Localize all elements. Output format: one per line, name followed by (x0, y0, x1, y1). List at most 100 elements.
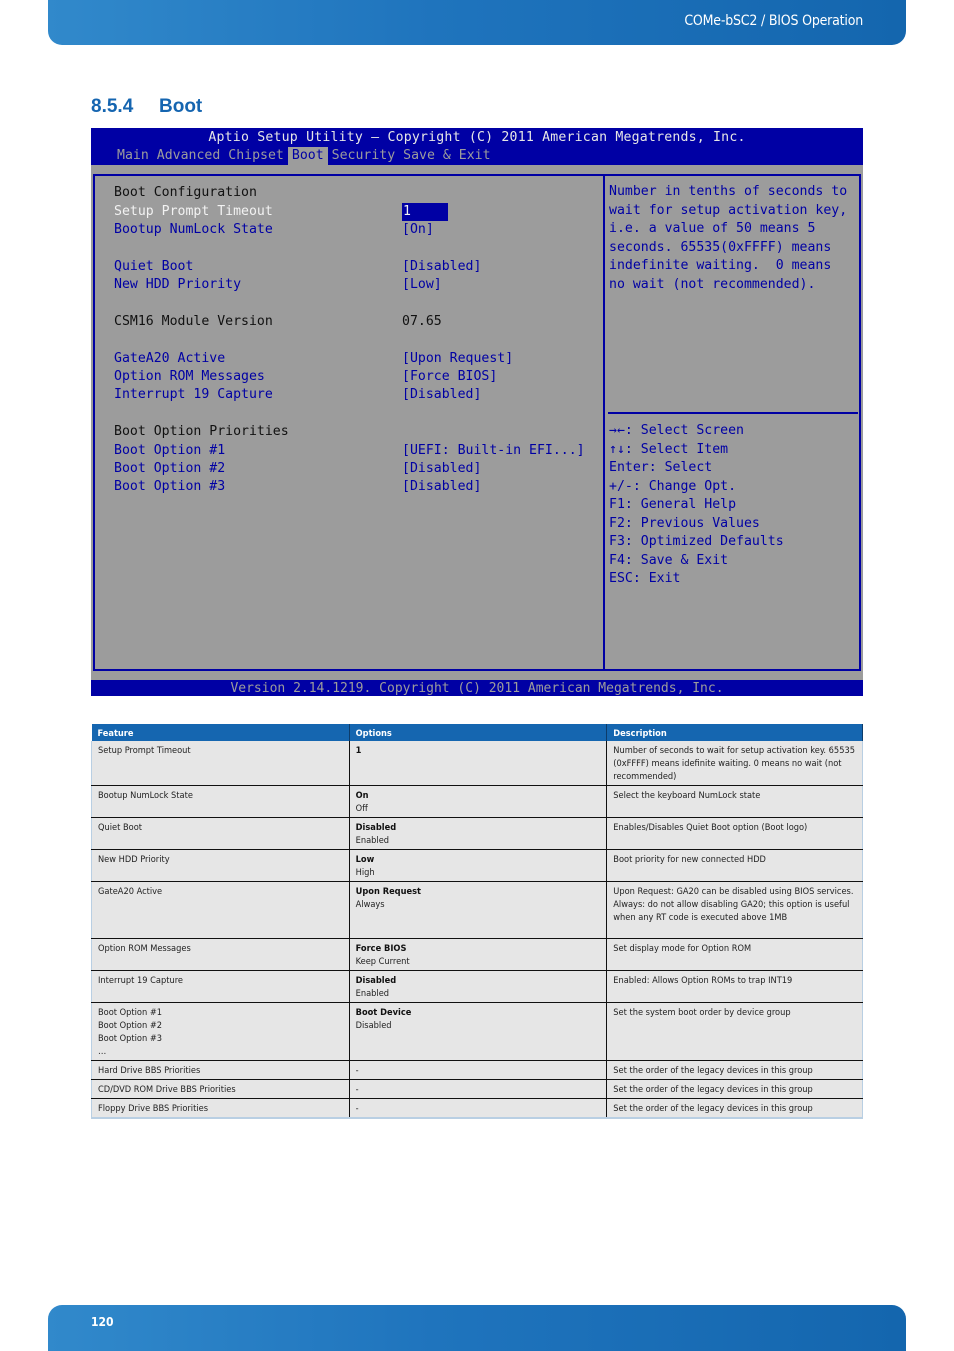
bios-key-hint: ESC: Exit (609, 571, 681, 586)
option-default: Low (355, 854, 375, 865)
options-cell: 1 (348, 741, 608, 786)
feature-name: Option ROM Messages (98, 943, 191, 954)
bios-tab-bar: Main Advanced Chipset Boot Security Save & Ex… (113, 147, 495, 165)
description-cell: Set display mode for Option ROM (606, 938, 863, 971)
options-cell: Disabled Enabled (348, 970, 608, 1003)
bios-setting-value[interactable]: [Disabled] (402, 386, 481, 404)
bios-setting-label: Bootup NumLock State (114, 222, 273, 237)
bios-help-line: no wait (not recommended). (609, 276, 816, 292)
table-row: Setup Prompt Timeout 1 Number of seconds t… (91, 741, 863, 786)
bios-setting-label: Boot Option #1 (114, 443, 226, 458)
bios-help-line: i.e. a value of 50 means 5 (609, 221, 816, 236)
bios-tab-save-exit[interactable]: Save & Exit (399, 147, 494, 165)
bios-key-hint: +/-: Change Opt. (609, 478, 737, 494)
feature-name: Quiet Boot (98, 822, 143, 833)
feature-cell: Bootup NumLock State (91, 785, 350, 818)
feature-cell: GateA20 Active (91, 881, 350, 939)
feature-name: CD/DVD ROM Drive BBS Priorities (98, 1084, 236, 1095)
bios-key-legend: →←: Select Screen ↑↓: Select Item Enter: S… (609, 422, 784, 589)
bios-setting-value[interactable]: [Upon Request] (402, 350, 513, 368)
bios-setting-value[interactable]: [Disabled] (402, 258, 481, 276)
bios-setting-label: Boot Option Priorities (114, 424, 289, 439)
option-value: - (355, 1084, 359, 1095)
options-cell: Disabled Enabled (348, 817, 608, 850)
feature-cell: CD/DVD ROM Drive BBS Priorities (91, 1079, 350, 1099)
bios-setting-label: Quiet Boot (114, 259, 194, 274)
table-row: Boot Option #1 Boot Option #2 Boot Option … (91, 1002, 863, 1061)
options-cell: Boot Device Disabled (348, 1002, 608, 1061)
feature-cell: Quiet Boot (91, 817, 350, 850)
table-row: Floppy Drive BBS Priorities - Set the orde… (91, 1098, 863, 1119)
feature-name: … (98, 1046, 107, 1057)
options-cell: Upon Request Always (348, 881, 608, 939)
bios-setting-label: Boot Option #3 (114, 479, 226, 494)
option-value: Disabled (355, 1020, 392, 1031)
table-row: Bootup NumLock State On Off Select the keyb… (91, 785, 863, 818)
feature-name: Boot Option #3 (98, 1033, 163, 1044)
description-cell: Set the order of the legacy devices in t… (606, 1079, 863, 1099)
bios-setting-label: Boot Configuration (114, 185, 257, 200)
bios-tab-security[interactable]: Security (328, 147, 400, 165)
bios-key-hint: →←: Select Screen (609, 423, 744, 438)
bios-help-line: Number in tenths of seconds to (609, 184, 848, 199)
option-default: Disabled (355, 975, 397, 986)
bios-setting-value[interactable]: [Disabled] (402, 478, 481, 496)
description-cell: Set the order of the legacy devices in t… (606, 1098, 863, 1119)
option-default: Upon Request (355, 886, 421, 897)
option-default: Force BIOS (355, 943, 407, 954)
options-cell: - (348, 1060, 608, 1080)
feature-name: Setup Prompt Timeout (98, 745, 191, 756)
feature-name: Floppy Drive BBS Priorities (98, 1103, 209, 1114)
bios-setting-value[interactable]: 1 (402, 203, 448, 221)
feature-name: Boot Option #2 (98, 1020, 163, 1031)
bios-tab-boot[interactable]: Boot (287, 147, 328, 165)
table-row: Quiet Boot Disabled Enabled Enables/Disable… (91, 817, 863, 850)
column-header-options: Options (349, 724, 608, 741)
feature-cell: Boot Option #1 Boot Option #2 Boot Option … (91, 1002, 350, 1061)
section-number: 8.5.4 (91, 96, 134, 117)
feature-name: Hard Drive BBS Priorities (98, 1065, 201, 1076)
bios-setting-value[interactable]: [UEFI: Built-in EFI...] (402, 442, 585, 460)
bios-help-line: seconds. 65535(0xFFFF) means (609, 239, 832, 255)
bios-setting-value[interactable]: [Disabled] (402, 460, 481, 478)
option-value: Off (355, 803, 368, 814)
bios-help-divider (608, 412, 858, 414)
table-row: Hard Drive BBS Priorities - Set the order … (91, 1060, 863, 1080)
section-title: Boot (159, 96, 203, 117)
feature-cell: Setup Prompt Timeout (91, 741, 350, 786)
bios-titlebar: Aptio Setup Utility – Copyright (C) 2011… (91, 128, 863, 165)
bios-key-hint: F3: Optimized Defaults (609, 534, 784, 549)
bios-tab-chipset[interactable]: Chipset (224, 147, 288, 165)
bios-setting-value[interactable]: [Low] (402, 276, 442, 294)
option-value: Enabled (355, 988, 390, 999)
bios-setting-label: Setup Prompt Timeout (114, 204, 273, 219)
option-value: - (355, 1103, 359, 1114)
feature-cell: Floppy Drive BBS Priorities (91, 1098, 350, 1119)
description-cell: Select the keyboard NumLock state (606, 785, 863, 818)
option-value: Keep Current (355, 956, 410, 967)
bios-key-hint: F2: Previous Values (609, 515, 760, 531)
bios-setting-label: Option ROM Messages (114, 369, 265, 384)
bios-key-hint: F1: General Help (609, 497, 737, 512)
bios-setting-value[interactable]: [On] (402, 221, 434, 239)
option-value: High (355, 867, 375, 878)
options-cell: Force BIOS Keep Current (348, 938, 608, 971)
bios-key-hint: Enter: Select (609, 460, 713, 475)
table-row: GateA20 Active Upon Request Always Upon Req… (91, 881, 863, 939)
column-header-description: Description (606, 724, 863, 741)
description-cell: Enabled: Allows Option ROMs to trap INT1… (606, 970, 863, 1003)
bios-help-line: wait for setup activation key, (609, 202, 848, 218)
options-cell: - (348, 1098, 608, 1119)
bios-setting-label: Interrupt 19 Capture (114, 387, 273, 402)
bios-setting-value[interactable]: [Force BIOS] (402, 368, 497, 386)
feature-name: Interrupt 19 Capture (98, 975, 183, 986)
description-cell: Boot priority for new connected HDD (606, 849, 863, 882)
column-header-feature: Feature (91, 724, 350, 741)
option-default: Boot Device (355, 1007, 412, 1018)
document-title: COMe-bSC2 / BIOS Operation (684, 13, 863, 29)
bios-tab-advanced[interactable]: Advanced (153, 147, 225, 165)
description-cell: Number of seconds to wait for setup acti… (606, 741, 863, 786)
page-header: COMe-bSC2 / BIOS Operation (48, 0, 906, 45)
bios-tab-main[interactable]: Main (113, 147, 153, 165)
feature-cell: New HDD Priority (91, 849, 350, 882)
